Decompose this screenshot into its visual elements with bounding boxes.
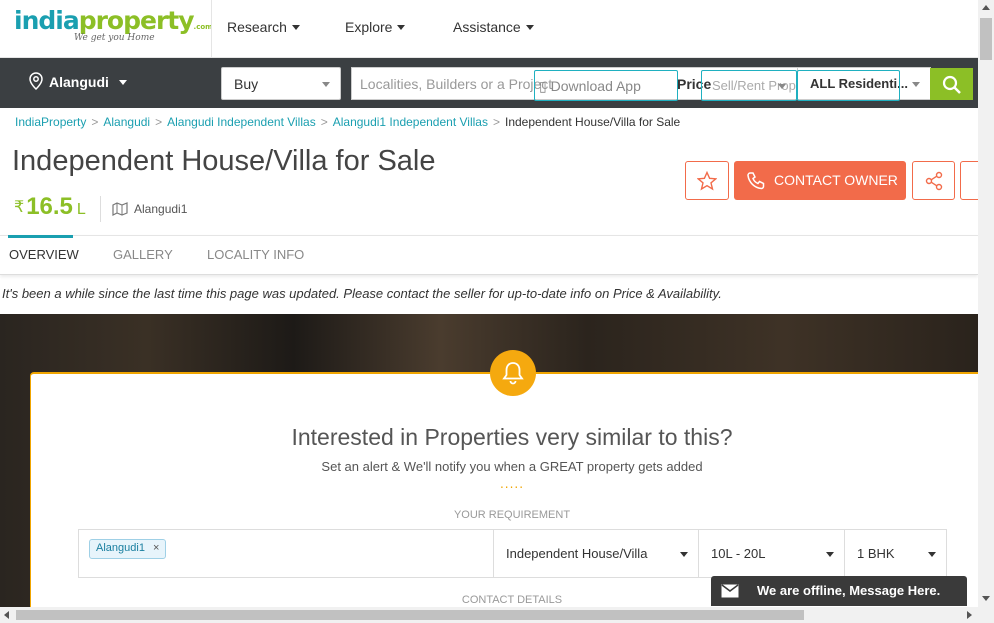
tab-bar: OVERVIEW GALLERY LOCALITY INFO (0, 235, 978, 275)
breadcrumb-link[interactable]: Alangudi1 Independent Villas (333, 115, 488, 129)
search-bar: Alangudi Buy Localities, Builders or a P… (0, 58, 978, 108)
breadcrumb-separator: > (91, 115, 99, 129)
breadcrumb: IndiaProperty > Alangudi > Alangudi Independ… (15, 115, 680, 129)
chevron-down-icon (912, 82, 920, 87)
scroll-right-arrow-icon[interactable] (967, 611, 972, 619)
tab-locality-info[interactable]: LOCALITY INFO (207, 247, 304, 262)
phone-icon: ▯ (539, 78, 551, 94)
nav-explore-label: Explore (345, 19, 393, 35)
top-navbar: indiaproperty.com We get you Home Resear… (0, 0, 978, 58)
tab-overview[interactable]: OVERVIEW (9, 247, 79, 262)
scroll-down-arrow-icon[interactable] (982, 596, 990, 601)
requirement-row: Alangudi1 × Independent House/Villa 10L -… (78, 529, 947, 578)
nav-research[interactable]: Research (227, 19, 300, 35)
divider (100, 196, 101, 222)
buy-rent-select[interactable]: Buy (221, 67, 341, 100)
scroll-left-arrow-icon[interactable] (4, 611, 9, 619)
vertical-scrollbar[interactable] (978, 0, 994, 607)
bhk-dropdown[interactable]: 1 BHK (844, 530, 946, 577)
logo-text-property: property (78, 6, 195, 35)
location-pin-icon (28, 72, 44, 93)
search-button[interactable] (930, 68, 973, 100)
locality-tag[interactable]: Alangudi1 × (89, 539, 167, 559)
nav-explore[interactable]: Explore (345, 19, 406, 35)
listing-location: Alangudi1 (112, 202, 187, 216)
scrollbar-thumb[interactable] (980, 18, 992, 60)
breadcrumb-current: Independent House/Villa for Sale (504, 115, 681, 129)
map-icon (112, 202, 128, 216)
alert-subtitle: Set an alert & We'll notify you when a G… (321, 459, 703, 474)
property-type-dropdown[interactable]: Independent House/Villa (493, 530, 698, 577)
divider (211, 0, 212, 58)
budget-option: 10L - 20L (711, 546, 766, 561)
download-app-label: Download App (550, 78, 641, 94)
chevron-down-icon (525, 25, 534, 30)
favorite-button[interactable] (685, 161, 729, 200)
chevron-down-icon (291, 25, 300, 30)
breadcrumb-link[interactable]: Alangudi (103, 115, 150, 129)
nav-research-label: Research (227, 19, 287, 35)
chevron-down-icon (826, 552, 834, 557)
buy-rent-value: Buy (234, 76, 259, 92)
breadcrumb-separator: > (320, 115, 328, 129)
breadcrumb-link[interactable]: IndiaProperty (15, 115, 86, 129)
chevron-down-icon (778, 84, 786, 89)
nav-assistance-label: Assistance (453, 19, 521, 35)
envelope-icon (721, 584, 739, 598)
bell-badge (490, 350, 536, 396)
budget-dropdown[interactable]: 10L - 20L (698, 530, 844, 577)
contact-owner-button[interactable]: CONTACT OWNER (734, 161, 906, 200)
star-icon (697, 171, 717, 191)
search-icon (942, 75, 961, 94)
bhk-option: 1 BHK (857, 546, 895, 561)
horizontal-scrollbar[interactable] (0, 607, 994, 623)
contact-owner-label: CONTACT OWNER (774, 172, 898, 188)
chevron-down-icon (397, 25, 406, 30)
share-icon (925, 171, 943, 191)
logo-text-india: india (14, 6, 80, 35)
tab-gallery[interactable]: GALLERY (113, 247, 173, 262)
locality-tag-label: Alangudi1 (96, 542, 145, 554)
listing-price: ₹16.5 L (14, 193, 86, 221)
page-title: Independent House/Villa for Sale (12, 145, 436, 177)
sell-rent-button[interactable]: Sell/Rent Property (701, 70, 797, 101)
city-selector[interactable]: Alangudi (28, 72, 127, 93)
chevron-down-icon (928, 552, 936, 557)
chevron-down-icon (118, 80, 127, 85)
breadcrumb-separator: > (492, 115, 500, 129)
currency-symbol: ₹ (14, 199, 25, 216)
requirement-label: YOUR REQUIREMENT (453, 509, 571, 521)
scrollbar-thumb[interactable] (16, 610, 804, 620)
alert-title: Interested in Properties very similar to… (291, 424, 733, 450)
download-app-button[interactable]: ▯ Download App (534, 70, 678, 101)
active-tab-indicator (8, 235, 73, 238)
search-placeholder: Localities, Builders or a Project (360, 76, 553, 92)
share-button[interactable] (912, 161, 955, 200)
breadcrumb-link[interactable]: Alangudi Independent Villas (167, 115, 316, 129)
nav-assistance[interactable]: Assistance (453, 19, 534, 35)
property-type-outline (797, 70, 900, 101)
logo-tagline: We get you Home (74, 33, 155, 43)
close-icon[interactable]: × (153, 542, 159, 554)
city-label: Alangudi (49, 74, 109, 90)
location-label: Alangudi1 (134, 202, 188, 216)
decorative-dots: ..... (499, 477, 525, 491)
price-unit: L (76, 201, 86, 218)
property-type-option: Independent House/Villa (506, 546, 648, 561)
chevron-down-icon (322, 82, 330, 87)
stale-notice: It's been a while since the last time th… (2, 286, 722, 301)
logo-suffix: .com (193, 23, 213, 31)
price-amount: 16.5 (26, 193, 73, 220)
chevron-down-icon (680, 552, 688, 557)
phone-icon (747, 172, 765, 190)
chat-label: We are offline, Message Here. (757, 583, 941, 598)
logo[interactable]: indiaproperty.com We get you Home (14, 6, 213, 51)
chat-widget[interactable]: We are offline, Message Here. (711, 576, 967, 606)
bell-icon (502, 362, 524, 385)
scroll-up-arrow-icon[interactable] (982, 5, 990, 10)
breadcrumb-separator: > (155, 115, 163, 129)
